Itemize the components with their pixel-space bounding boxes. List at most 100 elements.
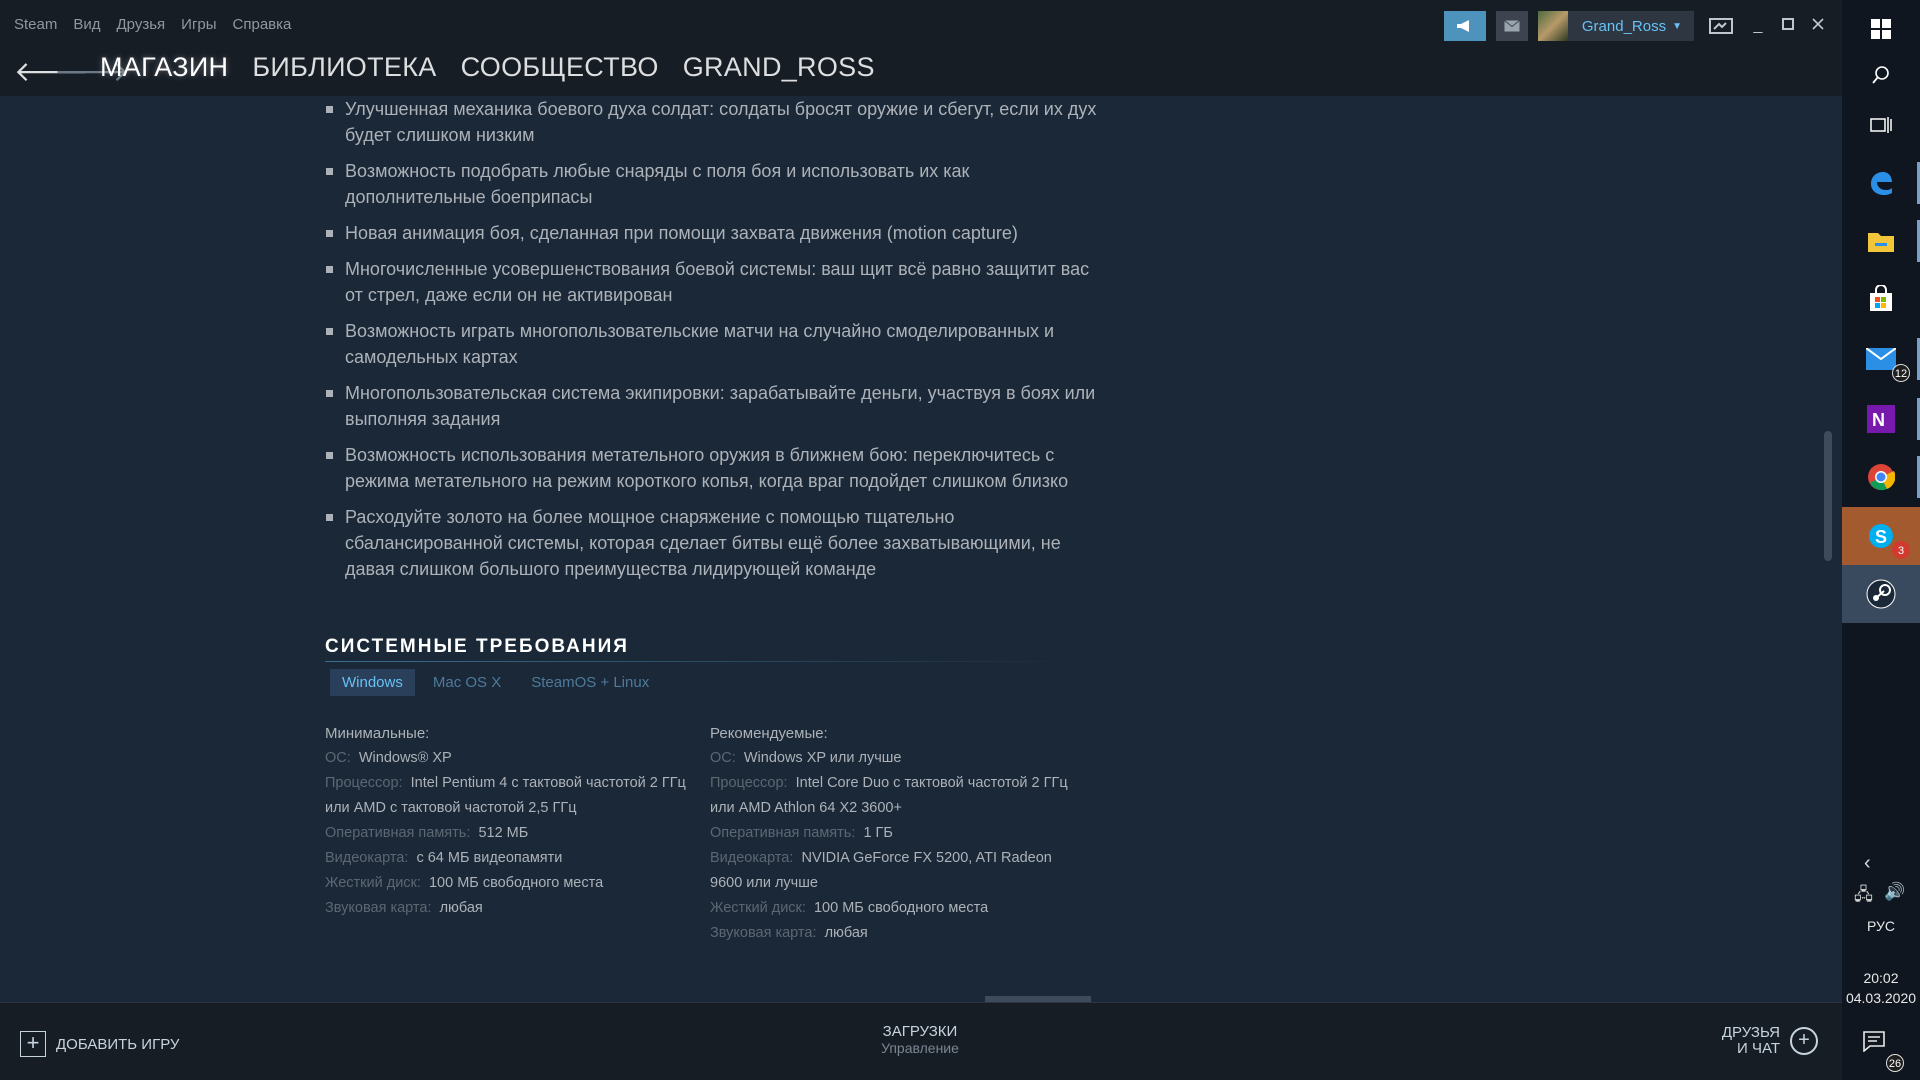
add-game-label: ДОБАВИТЬ ИГРУ (56, 1035, 180, 1053)
plus-circle-icon: + (1790, 1027, 1818, 1055)
feature-list: Улучшенная механика боевого духа солдат:… (325, 96, 1105, 592)
volume-icon[interactable]: 🔊 (1884, 882, 1905, 902)
main-nav: МАГАЗИН БИБЛИОТЕКА СООБЩЕСТВО GRAND_ROSS (100, 52, 875, 83)
top-menu: Steam Вид Друзья Игры Справка (14, 16, 291, 33)
account-menu[interactable]: Grand_Ross ▼ (1537, 11, 1694, 41)
recommended-requirements: Рекомендуемые: ОС: Windows XP или лучше … (710, 721, 1075, 946)
minimize-button[interactable]: _ (1748, 17, 1768, 35)
close-icon (1812, 18, 1824, 30)
maximize-icon (1782, 18, 1794, 30)
req-row-cpu: Процессор: Intel Core Duo с тактовой час… (710, 775, 1068, 816)
scrollbar[interactable] (1824, 431, 1832, 561)
svg-text:N: N (1872, 410, 1885, 430)
windows-taskbar: 12 N S 3 ‹ 🖧 🔊 РУС 20:02 04.03.2020 26 (1842, 0, 1920, 1080)
nav-bar: 🡐 🡒 МАГАЗИН БИБЛИОТЕКА СООБЩЕСТВО GRAND_… (0, 50, 1842, 96)
bottom-bar: + ДОБАВИТЬ ИГРУ ЗАГРУЗКИ Управление ДРУЗ… (0, 1002, 1842, 1080)
skype-icon: S (1869, 524, 1893, 548)
system-requirements-title: СИСТЕМНЫЕ ТРЕБОВАНИЯ (325, 636, 629, 657)
taskbar-mail[interactable]: 12 (1842, 330, 1920, 388)
maximize-button[interactable] (1778, 17, 1798, 35)
megaphone-icon (1456, 20, 1469, 32)
nav-profile[interactable]: GRAND_ROSS (683, 52, 875, 83)
task-view-button[interactable] (1842, 96, 1920, 154)
title-bar-controls: Grand_Ross ▼ _ (1443, 11, 1828, 41)
notification-icon (1863, 1031, 1885, 1053)
close-button[interactable] (1808, 17, 1828, 35)
downloads-button[interactable]: ЗАГРУЗКИ Управление (870, 1023, 970, 1056)
taskbar-edge[interactable] (1842, 154, 1920, 212)
nav-library[interactable]: БИБЛИОТЕКА (252, 52, 436, 83)
divider (325, 661, 1085, 662)
menu-help[interactable]: Справка (233, 16, 292, 33)
minimum-heading: Минимальные: (325, 725, 430, 742)
notification-badge: 26 (1886, 1054, 1904, 1072)
minimum-requirements: Минимальные: ОС: Windows® XP Процессор: … (325, 721, 690, 921)
action-center-button[interactable]: 26 (1862, 1030, 1904, 1072)
big-picture-icon (1709, 18, 1733, 34)
req-row-ram: Оперативная память: 1 ГБ (710, 825, 893, 841)
list-item: Возможность играть многопользовательские… (325, 318, 1105, 370)
network-icon[interactable]: 🖧 (1854, 882, 1873, 911)
menu-view[interactable]: Вид (73, 16, 100, 33)
skype-badge: 3 (1892, 541, 1910, 559)
svg-text:S: S (1875, 527, 1887, 547)
task-view-icon (1870, 117, 1892, 133)
add-game-button[interactable]: + ДОБАВИТЬ ИГРУ (20, 1031, 179, 1057)
menu-games[interactable]: Игры (181, 16, 216, 33)
req-row-disk: Жесткий диск: 100 МБ свободного места (325, 875, 604, 891)
mail-badge: 12 (1892, 364, 1910, 382)
req-row-disk: Жесткий диск: 100 МБ свободного места (710, 900, 989, 916)
steam-icon (1866, 579, 1896, 609)
envelope-icon (1504, 20, 1520, 32)
steam-window: Steam Вид Друзья Игры Справка Grand_Ross… (0, 0, 1842, 1080)
downloads-label: ЗАГРУЗКИ (882, 1023, 958, 1040)
title-bar: Steam Вид Друзья Игры Справка Grand_Ross… (0, 0, 1842, 50)
taskbar-chrome[interactable] (1842, 448, 1920, 506)
req-row-sound: Звуковая карта: любая (325, 900, 483, 916)
list-item: Расходуйте золото на более мощное снаряж… (325, 504, 1105, 582)
taskbar-explorer[interactable] (1842, 212, 1920, 270)
big-picture-button[interactable] (1704, 11, 1738, 41)
store-page-content: Улучшенная механика боевого духа солдат:… (0, 96, 1842, 1002)
req-row-os: ОС: Windows® XP (325, 750, 452, 766)
friends-chat-button[interactable]: ДРУЗЬЯ И ЧАТ + (1712, 1025, 1818, 1057)
onenote-icon: N (1867, 405, 1895, 433)
list-item: Новая анимация боя, сделанная при помощи… (325, 220, 1105, 246)
req-row-gpu: Видеокарта: NVIDIA GeForce FX 5200, ATI … (710, 850, 1052, 891)
language-indicator[interactable]: РУС (1842, 918, 1920, 934)
clock-time: 20:02 (1863, 970, 1899, 986)
friends-chat-label: ДРУЗЬЯ И ЧАТ (1721, 1024, 1780, 1057)
windows-logo-icon (1871, 19, 1891, 39)
edge-icon (1871, 172, 1892, 195)
menu-friends[interactable]: Друзья (117, 16, 166, 33)
req-row-os: ОС: Windows XP или лучше (710, 750, 902, 766)
clock[interactable]: 20:02 04.03.2020 (1842, 968, 1920, 1008)
nav-store[interactable]: МАГАЗИН (100, 52, 228, 83)
notifications-button[interactable] (1495, 11, 1528, 41)
store-bag-icon (1870, 285, 1892, 311)
tab-windows[interactable]: Windows (330, 669, 415, 696)
taskbar-skype[interactable]: S 3 (1842, 507, 1920, 565)
list-item: Возможность использования метательного о… (325, 442, 1105, 494)
list-item: Многопользовательская система экипировки… (325, 380, 1105, 432)
list-item: Улучшенная механика боевого духа солдат:… (325, 96, 1105, 148)
taskbar-steam[interactable] (1842, 565, 1920, 623)
os-tabs: Windows Mac OS X SteamOS + Linux (330, 669, 661, 696)
req-row-gpu: Видеокарта: с 64 МБ видеопамяти (325, 850, 563, 866)
account-name: Grand_Ross (1581, 17, 1667, 35)
folder-icon (1868, 233, 1894, 252)
chrome-icon (1868, 464, 1895, 491)
chevron-up-icon[interactable]: ‹ (1864, 852, 1871, 875)
announcements-button[interactable] (1443, 11, 1486, 41)
list-item: Возможность подобрать любые снаряды с по… (325, 158, 1105, 210)
taskbar-store[interactable] (1842, 270, 1920, 328)
menu-steam[interactable]: Steam (14, 16, 57, 33)
taskbar-onenote[interactable]: N (1842, 390, 1920, 448)
tab-macos[interactable]: Mac OS X (421, 669, 513, 696)
plus-icon: + (20, 1031, 46, 1057)
tab-linux[interactable]: SteamOS + Linux (519, 669, 661, 696)
list-item: Многочисленные усовершенствования боевой… (325, 256, 1105, 308)
avatar (1537, 11, 1568, 41)
nav-community[interactable]: СООБЩЕСТВО (461, 52, 659, 83)
search-icon (1872, 66, 1889, 84)
